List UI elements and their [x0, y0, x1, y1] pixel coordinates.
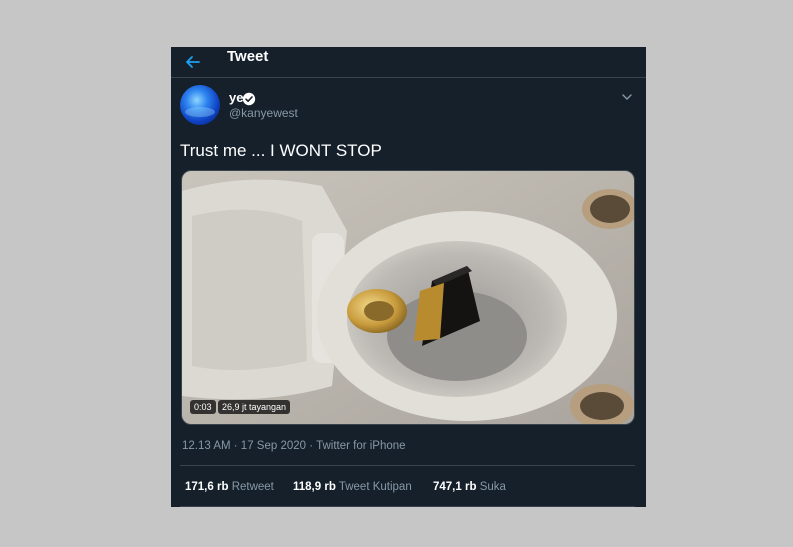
like-count-label: Suka [479, 481, 506, 493]
meta-separator: · [306, 440, 317, 452]
tweet-header: Tweet [171, 47, 646, 78]
tweet-panel: Tweet ye @kanyewest Trust me ... I WONT … [171, 47, 646, 507]
timestamp[interactable]: 12.13 AM · 17 Sep 2020 [182, 440, 306, 452]
quote-count-label: Tweet Kutipan [338, 481, 412, 493]
chevron-down-icon[interactable] [620, 90, 634, 104]
divider [180, 465, 635, 466]
user-handle[interactable]: @kanyewest [229, 106, 298, 120]
tweet-text: Trust me ... I WONT STOP [180, 141, 382, 160]
avatar[interactable] [180, 85, 220, 125]
like-count[interactable]: 747,1 rb Suka [433, 480, 506, 494]
video-duration: 0:03 [190, 400, 216, 414]
quote-count-value: 118,9 rb [293, 481, 336, 493]
tweet-meta: 12.13 AM · 17 Sep 2020 · Twitter for iPh… [182, 439, 406, 453]
verified-badge-icon [242, 92, 256, 106]
retweet-count[interactable]: 171,6 rb Retweet [185, 480, 274, 494]
divider [180, 506, 635, 507]
retweet-count-label: Retweet [231, 481, 274, 493]
page-title: Tweet [227, 48, 269, 65]
video-view-count: 26,9 jt tayangan [218, 400, 291, 414]
like-count-value: 747,1 rb [433, 481, 477, 493]
tweet-source[interactable]: Twitter for iPhone [316, 440, 405, 452]
video-frame-image [182, 171, 634, 424]
tweet-video[interactable]: 0:03 26,9 jt tayangan [181, 170, 635, 425]
arrow-left-icon[interactable] [183, 53, 203, 71]
quote-tweet-count[interactable]: 118,9 rb Tweet Kutipan [293, 480, 412, 494]
retweet-count-value: 171,6 rb [185, 481, 229, 493]
